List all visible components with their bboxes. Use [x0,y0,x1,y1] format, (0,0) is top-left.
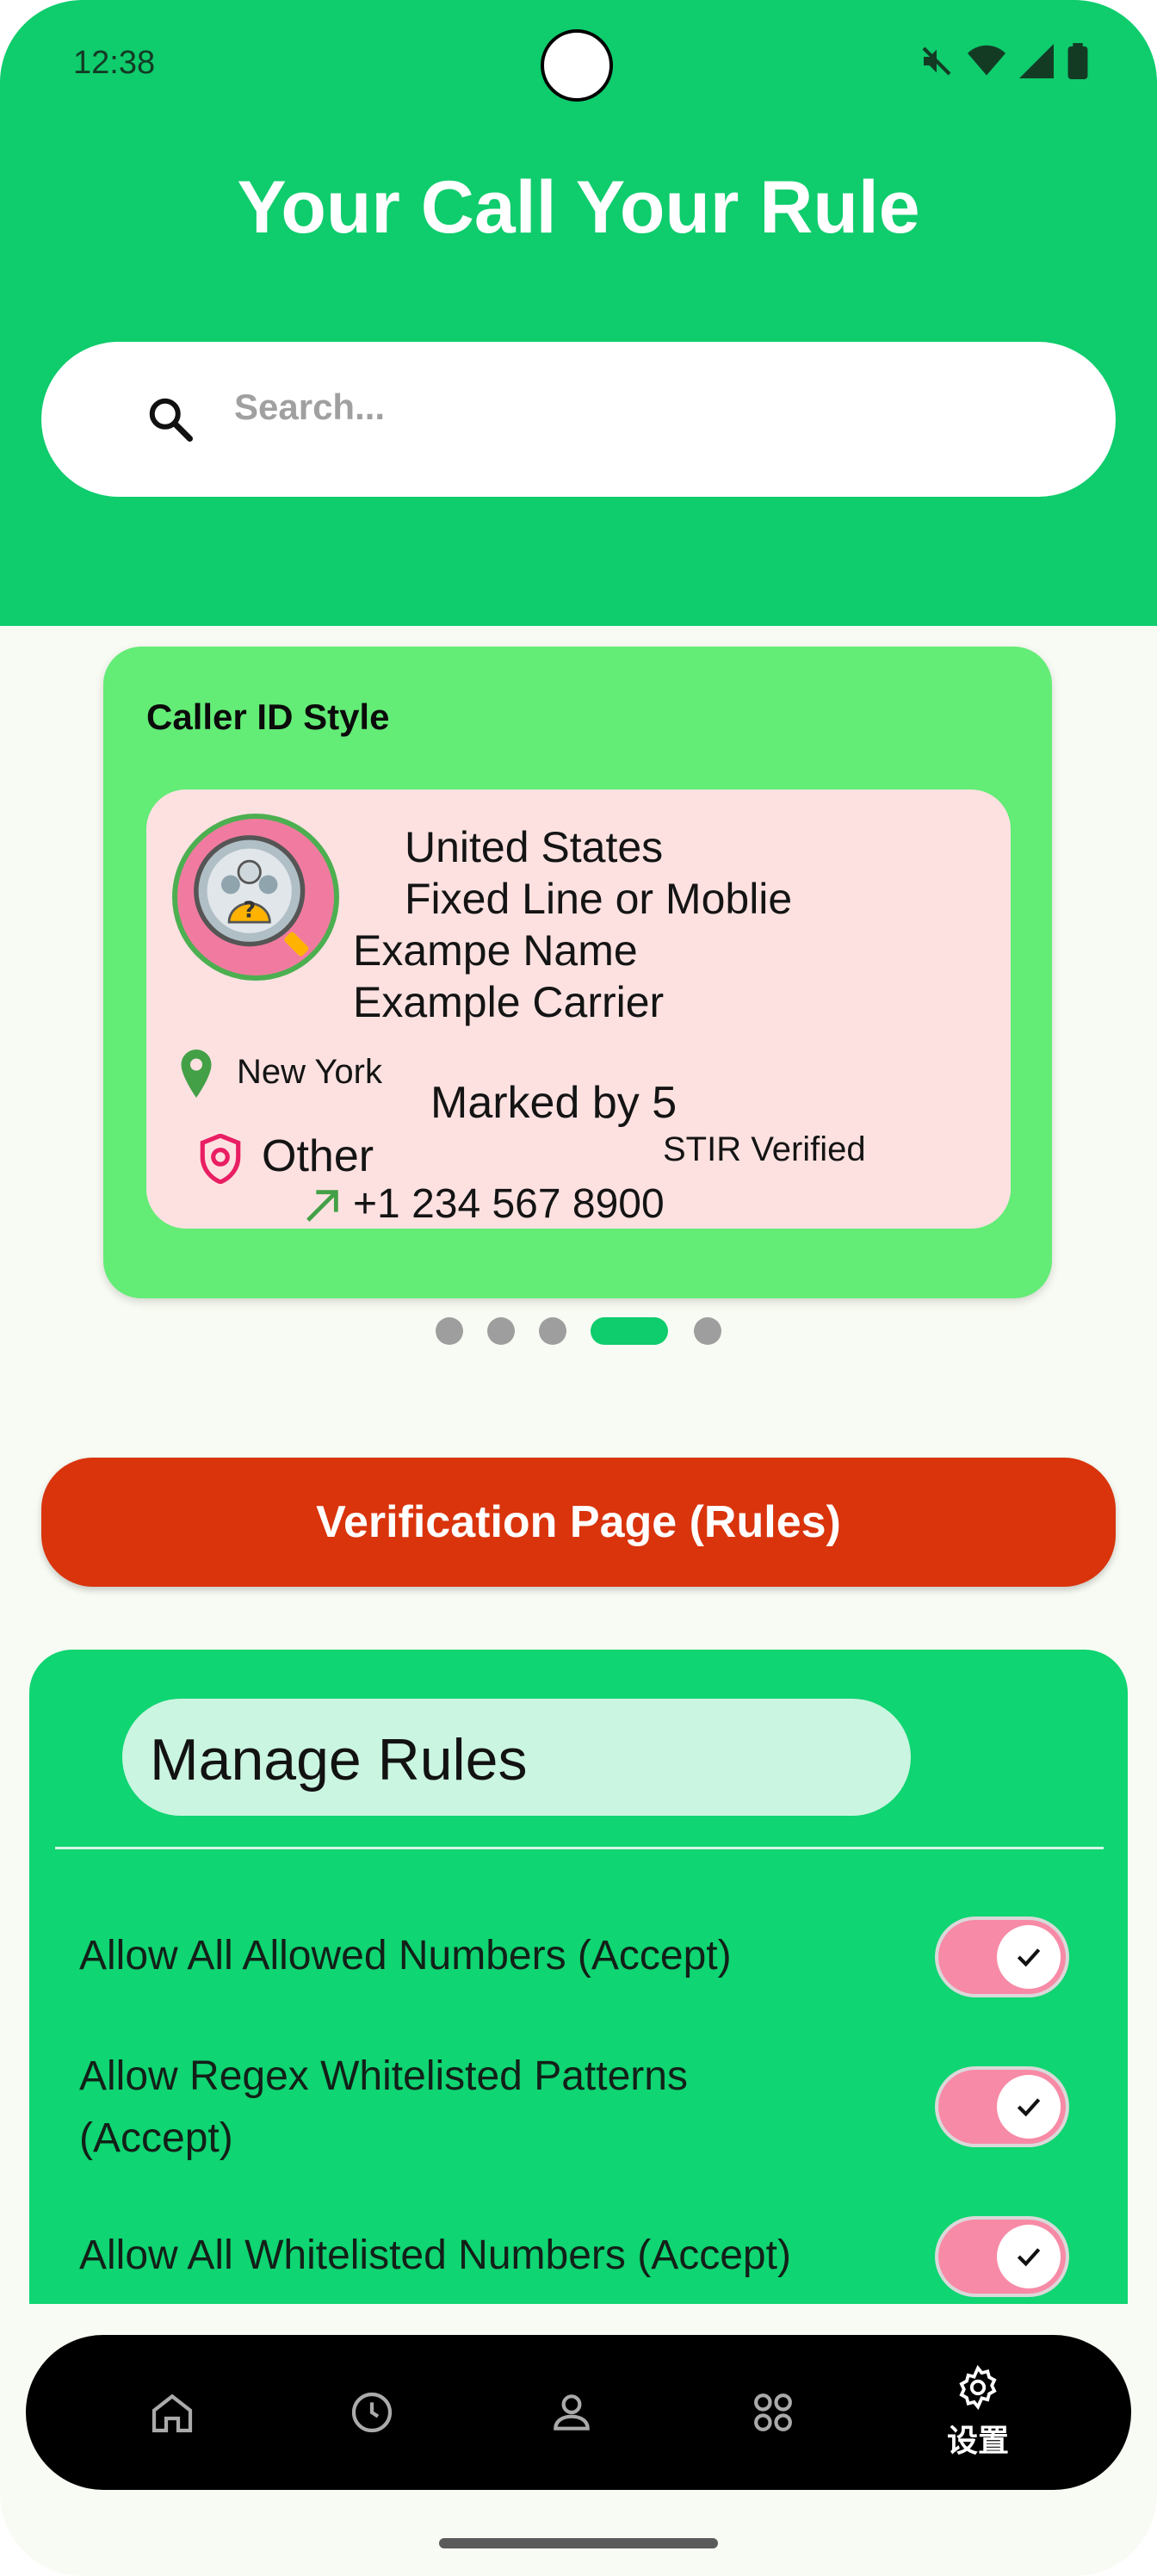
camera-cutout [541,29,613,102]
status-time: 12:38 [73,45,156,81]
check-icon [1017,1948,1041,1967]
caller-line-type: Fixed Line or Moblie [405,875,793,923]
history-icon [351,2392,393,2433]
carousel-dot[interactable] [487,1317,515,1345]
battery-icon [1067,43,1088,79]
manage-rules-panel: Manage Rules Allow All Allowed Numbers (… [29,1650,1128,2304]
phone-screen: 12:38 Your Call Your Rule Caller ID Styl… [0,0,1157,2576]
rule-label: Allow Regex Whitelisted Patterns (Accept… [79,2053,688,2161]
shield-icon [200,1134,241,1184]
caller-city: New York [237,1053,382,1091]
nav-history[interactable] [303,2335,441,2490]
toggle-knob [997,1925,1061,1989]
caller-country: United States [405,823,664,871]
home-indicator[interactable] [439,2538,718,2548]
wifi-icon [968,45,1005,76]
nav-apps[interactable] [704,2335,842,2490]
caller-name: Exampe Name [353,926,638,975]
contacts-icon [554,2394,590,2430]
manage-rules-title: Manage Rules [150,1727,528,1793]
caller-carrier: Example Carrier [353,978,665,1026]
card-title: Caller ID Style [146,697,390,737]
nav-settings[interactable]: 设置 [909,2335,1047,2490]
home-icon [152,2393,193,2433]
caller-lookup-icon: ? [194,835,309,957]
caller-avatar: ? [172,814,339,981]
apps-icon [754,2393,792,2431]
search-bar[interactable] [41,342,1116,497]
rule-toggle-whitelisted-numbers[interactable] [935,2216,1069,2297]
signal-icon [1019,44,1054,78]
toggle-knob [997,2225,1061,2288]
nav-contacts[interactable] [503,2335,640,2490]
search-input[interactable] [232,376,1011,438]
rule-label: Allow All Allowed Numbers (Accept) [79,1933,732,1978]
carousel-dot[interactable] [694,1317,721,1345]
stir-status: STIR Verified [663,1130,866,1168]
settings-icon [959,2364,997,2411]
rule-label: Allow All Whitelisted Numbers (Accept) [79,2232,791,2278]
status-icons [919,43,1088,79]
svg-text:?: ? [243,898,256,924]
carousel-indicator[interactable] [0,1317,1157,1345]
nav-home[interactable] [103,2335,241,2490]
carousel-dot[interactable] [436,1317,463,1345]
app-title: Your Call Your Rule [237,166,920,249]
spam-marked-count: Marked by 5 [430,1078,677,1128]
carousel-dot[interactable] [539,1317,566,1345]
app-header: 12:38 Your Call Your Rule [0,0,1157,626]
outgoing-call-icon [306,1190,338,1222]
bottom-navigation: 设置 [26,2335,1131,2490]
mute-icon [922,46,951,76]
nav-settings-label: 设置 [946,2424,1009,2459]
carousel-dot-active[interactable] [591,1317,668,1345]
caller-id-preview: ? United States Fixed Line or Moblie Exa… [146,790,1011,1229]
toggle-knob [997,2075,1061,2139]
check-icon [1017,2248,1041,2267]
manage-rules-header: Manage Rules [122,1699,911,1816]
rule-toggle-regex-whitelist[interactable] [935,2066,1069,2147]
caller-phone-number: +1 234 567 8900 [353,1181,665,1227]
divider [55,1847,1104,1849]
caller-category: Other [262,1131,374,1181]
verification-page-button[interactable]: Verification Page (Rules) [41,1458,1116,1587]
caller-id-style-card[interactable]: Caller ID Style ? United States Fixed Li… [103,647,1052,1298]
location-pin-icon [181,1050,212,1098]
search-icon [149,398,193,442]
rule-toggle-allowed-numbers[interactable] [935,1917,1069,1997]
check-icon [1017,2098,1041,2117]
